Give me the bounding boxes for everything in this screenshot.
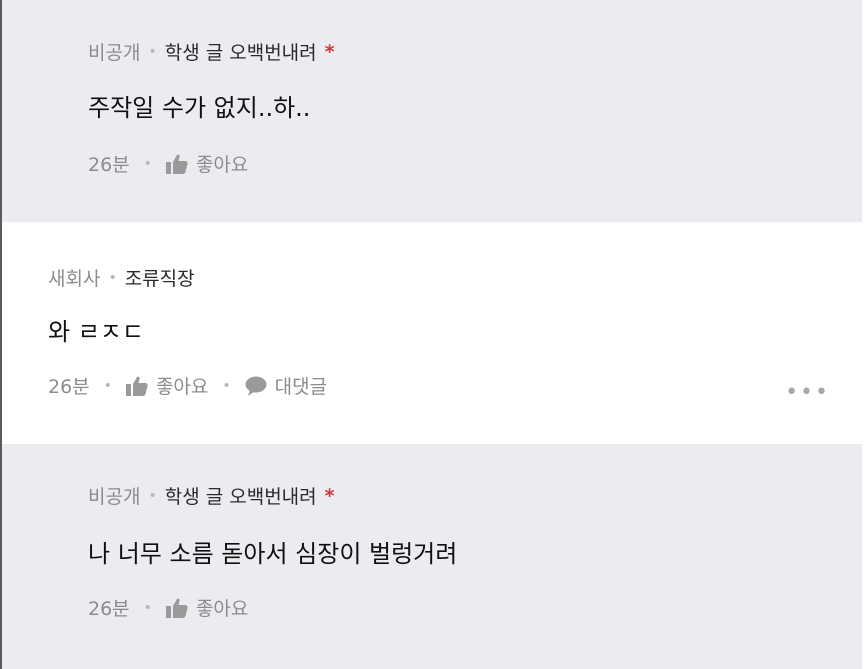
reply-label: 대댓글 [274, 376, 328, 398]
company-name: 비공개 [88, 42, 141, 64]
separator-dot: • [103, 377, 112, 394]
more-dots-icon: ••• [785, 380, 830, 405]
separator-dot: • [148, 487, 157, 504]
op-marker: * [324, 40, 335, 63]
comment-time: 26분 [88, 598, 130, 620]
comment-meta: 비공개 • 학생 글 오백번내려 * [88, 482, 335, 509]
top-level-comment: 새회사 • 조류직장 와 ㄹㅈㄷ 26분 • 좋아요 • 대댓글 ••• [2, 222, 862, 444]
comment-text: 주작일 수가 없지..하.. [88, 94, 311, 122]
comment-actions: 26분 • 좋아요 • 대댓글 [48, 372, 327, 399]
like-button[interactable]: 좋아요 [165, 594, 249, 621]
author-name[interactable]: 조류직장 [125, 264, 195, 291]
company-name: 비공개 [88, 486, 141, 508]
comment-text: 와 ㄹㅈㄷ [48, 318, 144, 346]
comment-time: 26분 [88, 154, 130, 176]
reply-comment: 비공개 • 학생 글 오백번내려 * 주작일 수가 없지..하.. 26분 • … [2, 0, 862, 222]
thumbs-up-icon [165, 598, 188, 618]
like-button[interactable]: 좋아요 [165, 150, 249, 177]
comment-meta: 새회사 • 조류직장 [48, 264, 195, 291]
speech-bubble-icon [245, 376, 267, 396]
reply-button[interactable]: 대댓글 [245, 372, 327, 399]
comment-text: 나 너무 소름 돋아서 심장이 벌렁거려 [88, 540, 458, 568]
like-label: 좋아요 [195, 598, 249, 620]
separator-dot: • [143, 155, 152, 172]
op-marker: * [324, 484, 335, 507]
separator-dot: • [108, 269, 117, 286]
like-label: 좋아요 [195, 154, 249, 176]
comment-time: 26분 [48, 376, 90, 398]
separator-dot: • [143, 599, 152, 616]
like-button[interactable]: 좋아요 [125, 372, 209, 399]
separator-dot: • [222, 377, 231, 394]
more-options-button[interactable]: ••• [785, 380, 830, 405]
author-name[interactable]: 학생 글 오백번내려 [165, 482, 317, 509]
comment-actions: 26분 • 좋아요 [88, 150, 248, 177]
like-label: 좋아요 [155, 376, 209, 398]
company-name: 새회사 [48, 268, 101, 290]
separator-dot: • [148, 43, 157, 60]
comment-actions: 26분 • 좋아요 [88, 594, 248, 621]
comment-thread: 비공개 • 학생 글 오백번내려 * 주작일 수가 없지..하.. 26분 • … [0, 0, 862, 669]
thumbs-up-icon [165, 154, 188, 174]
comment-meta: 비공개 • 학생 글 오백번내려 * [88, 38, 335, 65]
thumbs-up-icon [125, 376, 148, 396]
author-name[interactable]: 학생 글 오백번내려 [165, 38, 317, 65]
reply-comment: 비공개 • 학생 글 오백번내려 * 나 너무 소름 돋아서 심장이 벌렁거려 … [2, 444, 862, 669]
